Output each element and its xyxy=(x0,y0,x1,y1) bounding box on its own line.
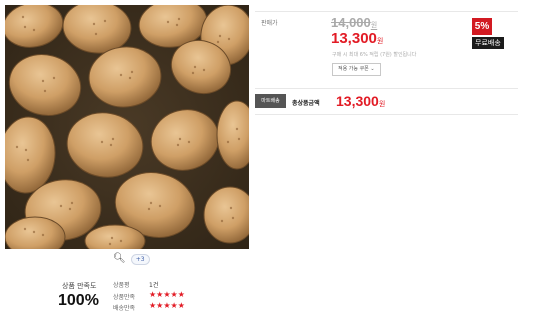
potato-eye xyxy=(119,73,123,77)
satisfaction-label: 상품 만족도 xyxy=(62,282,97,290)
potato-eye xyxy=(158,204,162,208)
potato-eye xyxy=(111,137,115,141)
potato-eye xyxy=(70,201,74,205)
potato-eye xyxy=(94,32,98,36)
potato-eye xyxy=(235,127,239,131)
potato-eye xyxy=(24,148,28,152)
potato-eye xyxy=(108,242,112,246)
potato-eye xyxy=(187,140,191,144)
potato-eye xyxy=(26,158,30,162)
potato-eye xyxy=(52,76,56,80)
potato-eye xyxy=(202,68,206,72)
potato-eye xyxy=(178,137,182,141)
potato-eye xyxy=(191,71,195,75)
potato-eye xyxy=(226,140,230,144)
potato-eye xyxy=(216,40,220,44)
potato-shape xyxy=(88,46,162,108)
potato-photo xyxy=(5,5,249,249)
potato-eye xyxy=(41,233,45,237)
potato-eye xyxy=(229,206,233,210)
original-price: 14,000원 xyxy=(331,15,378,30)
potato-eye xyxy=(149,201,153,205)
potato-eye xyxy=(193,65,197,69)
product-image[interactable] xyxy=(5,5,249,249)
review-count-label: 상품평 xyxy=(113,282,130,289)
magnifier-icon[interactable]: 🔍︎ xyxy=(113,254,126,264)
divider-middle xyxy=(255,88,518,89)
potato-eye xyxy=(218,34,222,38)
potato-shape xyxy=(216,100,249,170)
potato-eye xyxy=(103,19,107,23)
product-satisfaction-label: 상품만족 xyxy=(113,294,136,301)
potato-eye xyxy=(227,37,231,41)
potato-eye xyxy=(43,89,47,93)
delivery-satisfaction-stars: ★★★★★ xyxy=(149,301,185,310)
potato-eye xyxy=(130,70,134,74)
potato-eye xyxy=(100,140,104,144)
potato-eye xyxy=(32,28,36,32)
total-price-value: 13,300원 xyxy=(336,93,386,109)
free-shipping-badge: 무료배송 xyxy=(472,37,504,49)
potato-eye xyxy=(231,216,235,220)
potato-eye xyxy=(109,143,113,147)
potato-eye xyxy=(32,230,36,234)
potato-eye xyxy=(175,23,179,27)
potato-eye xyxy=(237,137,241,141)
price-label: 판매가 xyxy=(261,20,278,27)
potato-eye xyxy=(119,239,123,243)
potato-shape xyxy=(150,109,220,171)
divider-bottom xyxy=(255,114,518,115)
total-price-label: 총상품금액 xyxy=(292,100,320,107)
potato-eye xyxy=(21,15,25,19)
delivery-satisfaction-label: 배송만족 xyxy=(113,305,136,312)
potato-shape xyxy=(8,54,82,116)
potato-eye xyxy=(220,219,224,223)
potato-eye xyxy=(177,17,181,21)
potato-shape xyxy=(66,112,144,178)
satisfaction-percent: 100% xyxy=(58,292,99,309)
delivery-type-label[interactable]: 마트배송 xyxy=(255,94,286,108)
price-note: 구매 시 최대 6% 적립 (7원) 할인됩니다 xyxy=(332,52,417,58)
potato-eye xyxy=(110,236,114,240)
potato-eye xyxy=(23,25,27,29)
potato-eye xyxy=(176,143,180,147)
discount-badge: 5% xyxy=(472,18,492,35)
potato-eye xyxy=(166,20,170,24)
potato-eye xyxy=(23,227,27,231)
divider-top xyxy=(255,11,518,12)
potato-eye xyxy=(147,207,151,211)
potato-eye xyxy=(59,204,63,208)
coupon-dropdown[interactable]: 적용 가능 쿠폰 ⌄ xyxy=(332,63,381,76)
potato-eye xyxy=(92,22,96,26)
image-count-badge[interactable]: +3 xyxy=(130,253,150,265)
potato-eye xyxy=(41,79,45,83)
product-satisfaction-stars: ★★★★★ xyxy=(149,290,185,299)
potato-shape xyxy=(5,5,64,48)
potato-shape xyxy=(203,186,249,244)
sale-price: 13,300원 xyxy=(331,30,384,47)
potato-eye xyxy=(15,145,19,149)
potato-eye xyxy=(68,207,72,211)
review-count-value[interactable]: 1건 xyxy=(149,280,158,289)
potato-eye xyxy=(128,76,132,80)
